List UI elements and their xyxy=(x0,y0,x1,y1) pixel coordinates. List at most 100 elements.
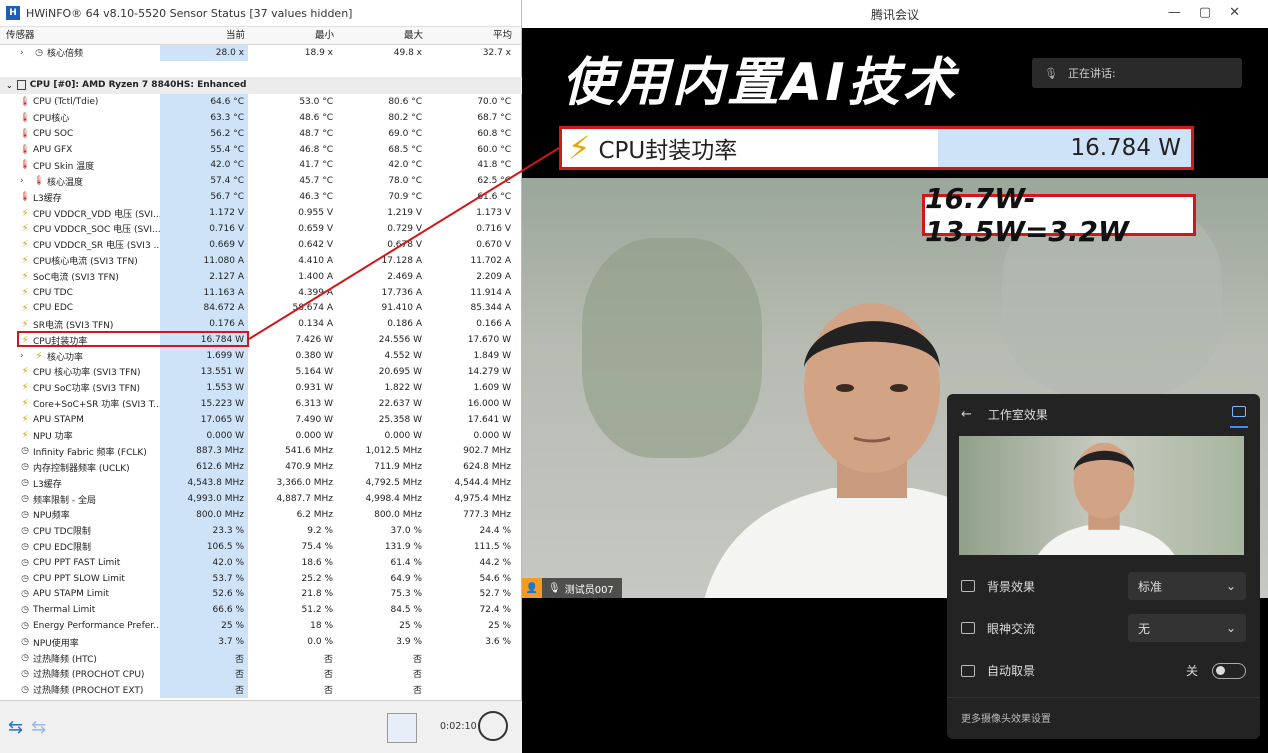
sensor-value-cur: 106.5 % xyxy=(160,538,248,555)
sensor-list[interactable]: › ◷ 核心倍频 28.0 x 18.9 x 49.8 x 32.7 x ⌄ CPU … xyxy=(0,45,522,700)
sensor-row[interactable]: ◷ 过热降频 (HTC) 否 否 否 xyxy=(0,650,522,666)
sensor-value-avg: 60.0 °C xyxy=(477,144,511,155)
sensor-row[interactable]: 🌡 CPU Skin 温度 42.0 °C 41.7 °C 42.0 °C 41.8 °C xyxy=(0,157,522,174)
sensor-row[interactable]: ◷ NPU使用率 3.7 % 0.0 % 3.9 % 3.6 % xyxy=(0,634,522,651)
clock-icon[interactable] xyxy=(478,711,508,741)
sensor-value-cur: 否 xyxy=(160,681,248,698)
col-min[interactable]: 最小 xyxy=(248,27,337,44)
sensor-row[interactable]: ◷ Energy Performance Prefer... 25 % 18 % 25 … xyxy=(0,618,522,635)
sensor-row[interactable]: 🌡 CPU核心 63.3 °C 48.6 °C 80.2 °C 68.7 °C xyxy=(0,109,522,126)
sensor-row[interactable]: ⚡ CPU EDC 84.672 A 58.674 A 91.410 A 85.344 A xyxy=(0,300,522,317)
sensor-row[interactable]: ⚡ APU STAPM 17.065 W 7.490 W 25.358 W 17.641 … xyxy=(0,411,522,428)
window-controls[interactable]: —▢✕ xyxy=(1168,5,1258,20)
sensor-row[interactable]: ⚡ NPU 功率 0.000 W 0.000 W 0.000 W 0.000 W xyxy=(0,427,522,444)
camera-icon[interactable] xyxy=(1232,406,1246,417)
sensor-row[interactable]: ◷ 频率限制 - 全局 4,993.0 MHz 4,887.7 MHz 4,998.4 … xyxy=(0,491,522,508)
sensor-value-avg: 41.8 °C xyxy=(477,160,511,171)
sensor-row[interactable]: 🌡 CPU SOC 56.2 °C 48.7 °C 69.0 °C 60.8 °C xyxy=(0,125,522,142)
sensor-value-cur: 63.3 °C xyxy=(160,109,248,126)
sensor-value-max: 0.678 V xyxy=(387,239,422,250)
sensor-group-header[interactable]: ⌄ CPU [#0]: AMD Ryzen 7 8840HS: Enhanced xyxy=(0,76,522,94)
sensor-label: CPU (Tctl/Tdie) xyxy=(33,96,99,107)
sensor-value-min: 21.8 % xyxy=(301,589,333,600)
sensor-row[interactable]: ◷ CPU PPT SLOW Limit 53.7 % 25.2 % 64.9 % 54.… xyxy=(0,570,522,587)
sensor-row[interactable]: 🌡 L3缓存 56.7 °C 46.3 °C 70.9 °C 61.6 °C xyxy=(0,189,522,206)
sensor-label: NPU 功率 xyxy=(33,432,73,443)
col-current[interactable]: 当前 xyxy=(160,27,248,44)
sensor-row[interactable]: ⚡ CPU VDDCR_SOC 电压 (SVI... 0.716 V 0.659 V0… xyxy=(0,221,522,237)
sensor-row[interactable]: ⚡ CPU VDDCR_VDD 电压 (SVI... 1.172 V 0.955 V 1… xyxy=(0,205,522,222)
sensor-value-max: 80.6 °C xyxy=(388,96,422,107)
sensor-row[interactable]: ⚡ Core+SoC+SR 功率 (SVI3 T... 15.223 W 6.313 … xyxy=(0,395,522,412)
sensor-label: CPU EDC限制 xyxy=(33,543,92,554)
sensor-row[interactable]: ◷ CPU TDC限制 23.3 % 9.2 % 37.0 % 24.4 % xyxy=(0,522,522,539)
sensor-value-min: 0.642 V xyxy=(298,239,333,250)
elapsed-time: 0:02:10 xyxy=(440,721,477,732)
sensor-row[interactable]: ⚡ CPU 核心功率 (SVI3 TFN) 13.551 W 5.164 W 20.69… xyxy=(0,364,522,380)
sensor-value-min: 1.400 A xyxy=(298,271,333,282)
sensor-row[interactable]: ⚡ CPU SoC功率 (SVI3 TFN) 1.553 W 0.931 W 1.822… xyxy=(0,379,522,396)
sensor-value-max: 22.637 W xyxy=(378,398,422,409)
clock-icon: ◷ xyxy=(21,684,29,695)
sensor-rows: 🌡 CPU (Tctl/Tdie) 64.6 °C 53.0 °C 80.6 °C 70.… xyxy=(0,93,522,698)
background-effect-dropdown[interactable]: 标准 ⌄ xyxy=(1128,572,1246,600)
sensor-row[interactable]: ⚡ SR电流 (SVI3 TFN) 0.176 A 0.134 A 0.186 A 0.1… xyxy=(0,316,522,333)
sensor-value-max: 80.2 °C xyxy=(388,112,422,123)
sensor-value-min: 否 xyxy=(323,670,333,681)
col-avg[interactable]: 平均 xyxy=(426,27,515,44)
sensor-row[interactable]: ◷ L3缓存 4,543.8 MHz 3,366.0 MHz 4,792.5 MHz 4,… xyxy=(0,475,522,492)
sensor-value-min: 18 % xyxy=(310,621,333,632)
sensor-value-max: 42.0 °C xyxy=(388,160,422,171)
sensor-value-cur: 887.3 MHz xyxy=(160,443,248,460)
sensor-row[interactable]: ◷ Thermal Limit 66.6 % 51.2 % 84.5 % 72.4 % xyxy=(0,602,522,619)
power-callout: ⚡ CPU封装功率 16.784 W xyxy=(559,126,1194,170)
sensor-row[interactable]: ◷ CPU EDC限制 106.5 % 75.4 % 131.9 % 111.5 % xyxy=(0,538,522,555)
user-avatar-icon: 👤 xyxy=(522,578,542,598)
sensor-row[interactable]: ⚡ CPU TDC 11.163 A 4.399 A 17.736 A 11.914 A xyxy=(0,284,522,301)
arrows-icon-dim[interactable]: ⇆ xyxy=(31,717,46,738)
chevron-right-icon[interactable]: › xyxy=(20,176,24,186)
sensor-value-max: 25 % xyxy=(399,621,422,632)
sensor-value-max: 61.4 % xyxy=(390,557,422,568)
sensor-value-min: 0.931 W xyxy=(295,382,333,393)
sensor-row[interactable]: › 🌡 核心温度 57.4 °C 45.7 °C 78.0 °C 62.5 °C xyxy=(0,173,522,190)
sensor-row[interactable]: ◷ 过热降频 (PROCHOT EXT) 否 否 否 xyxy=(0,681,522,698)
chevron-right-icon[interactable]: › xyxy=(20,48,24,58)
col-sensor[interactable]: 传感器 xyxy=(0,27,160,44)
back-arrow-icon[interactable]: ← xyxy=(961,407,972,422)
network-icon[interactable] xyxy=(387,713,417,743)
clock-icon: ◷ xyxy=(21,621,29,632)
sensor-row[interactable]: 🌡 APU GFX 55.4 °C 46.8 °C 68.5 °C 60.0 °C xyxy=(0,141,522,158)
sensor-label: APU GFX xyxy=(33,144,73,155)
formula-box: 16.7W-13.5W=3.2W xyxy=(922,182,1196,248)
sensor-row[interactable]: ◷ NPU频率 800.0 MHz 6.2 MHz 800.0 MHz 777.3 MHz xyxy=(0,507,522,523)
sensor-value-avg: 111.5 % xyxy=(473,541,511,552)
arrows-left-right-icon[interactable]: ⇆ xyxy=(8,717,23,738)
sensor-row[interactable]: ◷ CPU PPT FAST Limit 42.0 % 18.6 % 61.4 % 44.… xyxy=(0,554,522,571)
sensor-row[interactable]: ⚡ CPU VDDCR_SR 电压 (SVI3 ... 0.669 V 0.642 V… xyxy=(0,236,522,253)
sensor-value-avg: 68.7 °C xyxy=(477,112,511,123)
chevron-down-icon[interactable]: ⌄ xyxy=(6,81,13,90)
sensor-row[interactable]: ◷ APU STAPM Limit 52.6 % 21.8 % 75.3 % 52.7 % xyxy=(0,586,522,603)
col-max[interactable]: 最大 xyxy=(337,27,426,44)
sensor-value-avg: 54.6 % xyxy=(479,573,511,584)
eye-contact-dropdown[interactable]: 无 ⌄ xyxy=(1128,614,1246,642)
sensor-row[interactable]: 🌡 CPU (Tctl/Tdie) 64.6 °C 53.0 °C 80.6 °C 70.… xyxy=(0,93,522,110)
sensor-row[interactable]: ◷ 过热降频 (PROCHOT CPU) 否 否 否 xyxy=(0,665,522,682)
hwinfo-window: H HWiNFO® 64 v8.10-5520 Sensor Status [3… xyxy=(0,0,522,753)
sensor-row[interactable]: ◷ 内存控制器频率 (UCLK) 612.6 MHz 470.9 MHz 711.9 M… xyxy=(0,459,522,476)
sensor-value-cur: 84.672 A xyxy=(160,300,248,317)
sensor-row[interactable]: › ⚡ 核心功率 1.699 W 0.380 W 4.552 W 1.849 W xyxy=(0,348,522,365)
sensor-row[interactable]: ⚡ SoC电流 (SVI3 TFN) 2.127 A 1.400 A 2.469 A 2.… xyxy=(0,268,522,285)
sensor-value-max: 75.3 % xyxy=(390,589,422,600)
more-camera-settings-link[interactable]: 更多摄像头效果设置 xyxy=(961,710,1051,725)
sensor-row[interactable]: ◷ Infinity Fabric 频率 (FCLK) 887.3 MHz 541.6… xyxy=(0,443,522,460)
clock-icon: ◷ xyxy=(21,478,29,489)
sensor-value-cur: 2.127 A xyxy=(160,268,248,285)
sensor-row[interactable]: › ◷ 核心倍频 28.0 x 18.9 x 49.8 x 32.7 x xyxy=(0,45,522,61)
chevron-right-icon[interactable]: › xyxy=(20,351,24,361)
sensor-row[interactable]: ⚡ CPU核心电流 (SVI3 TFN) 11.080 A 4.410 A 17.128… xyxy=(0,252,522,269)
auto-framing-toggle[interactable] xyxy=(1212,662,1246,679)
thermometer-icon: 🌡 xyxy=(19,112,31,123)
sensor-value-cur: 3.7 % xyxy=(160,634,248,651)
